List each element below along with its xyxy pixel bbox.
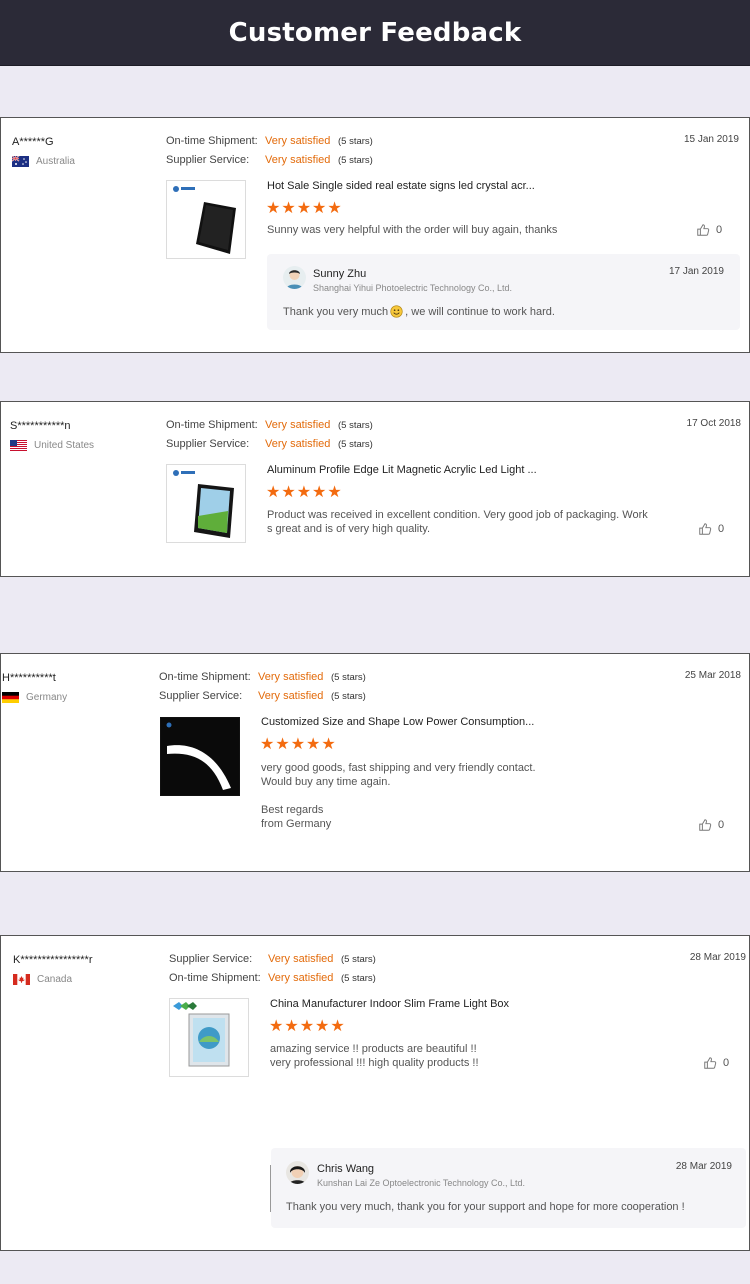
country-name: Germany (26, 692, 68, 703)
like-button[interactable]: 0 (698, 522, 724, 536)
country-name: Canada (37, 974, 73, 985)
product-title[interactable]: China Manufacturer Indoor Slim Frame Lig… (270, 998, 509, 1010)
like-count: 0 (723, 1057, 730, 1069)
star-icon: ★ (281, 484, 296, 501)
reply-date: 17 Jan 2019 (668, 266, 724, 277)
review-card: A******G Australia On-time Shipment: Ver… (0, 117, 750, 353)
rating-service: Supplier Service: Very satisfied (5 star… (159, 690, 366, 702)
star-icon: ★ (312, 200, 327, 217)
thumbs-up-icon (697, 224, 710, 236)
reviewer-country: United States (10, 440, 94, 451)
rating-stars: ★ ★ ★ ★ ★ (260, 737, 336, 753)
flag-united-states-icon (10, 440, 27, 451)
star-icon: ★ (321, 736, 336, 753)
star-icon: ★ (315, 1018, 330, 1035)
product-image[interactable] (169, 998, 249, 1077)
star-icon: ★ (266, 484, 281, 501)
page-title: Customer Feedback (228, 17, 522, 48)
like-count: 0 (716, 224, 723, 236)
reply-company: Shanghai Yihui Photoelectric Technology … (313, 283, 512, 293)
review-card: H**********t Germany On-time Shipment: V… (0, 653, 750, 872)
star-icon: ★ (284, 1018, 299, 1035)
star-icon: ★ (266, 200, 281, 217)
star-icon: ★ (327, 484, 342, 501)
reply-text: Thank you very much , we will continue t… (283, 305, 555, 318)
country-name: United States (34, 440, 95, 451)
reviewer-name: A******G (12, 136, 54, 148)
supplier-reply: Chris Wang Kunshan Lai Ze Optoelectronic… (271, 1148, 746, 1228)
rating-service: Supplier Service: Very satisfied (5 star… (166, 154, 373, 166)
review-card: K****************r Canada Supplier Servi… (0, 935, 750, 1251)
reply-company: Kunshan Lai Ze Optoelectronic Technology… (317, 1178, 525, 1188)
star-icon: ★ (327, 200, 342, 217)
star-icon: ★ (296, 200, 312, 217)
reply-author: Chris Wang (317, 1163, 375, 1175)
star-icon: ★ (281, 200, 296, 217)
star-icon: ★ (269, 1018, 284, 1035)
like-button[interactable]: 0 (698, 818, 724, 832)
reviewer-name: H**********t (2, 672, 56, 684)
thumbs-up-icon (699, 819, 712, 831)
like-button[interactable]: 0 (703, 1056, 729, 1070)
like-count: 0 (718, 523, 725, 535)
star-icon: ★ (260, 736, 275, 753)
star-icon: ★ (299, 1018, 315, 1035)
product-title[interactable]: Customized Size and Shape Low Power Cons… (261, 716, 534, 728)
thumbs-up-icon (699, 523, 712, 535)
flag-canada-icon (13, 974, 30, 985)
reply-date: 28 Mar 2019 (675, 1161, 732, 1172)
review-date: 17 Oct 2018 (686, 418, 741, 429)
review-date: 28 Mar 2019 (689, 952, 746, 963)
reply-author: Sunny Zhu (313, 268, 367, 280)
page-header: Customer Feedback (0, 0, 750, 66)
rating-shipment: On-time Shipment: Very satisfied (5 star… (166, 419, 373, 431)
product-title[interactable]: Hot Sale Single sided real estate signs … (267, 180, 535, 192)
avatar (286, 1161, 309, 1184)
reviewer-country: Canada (13, 974, 72, 985)
flag-germany-icon (2, 692, 19, 703)
supplier-reply: Sunny Zhu Shanghai Yihui Photoelectric T… (267, 254, 740, 330)
review-text: Product was received in excellent condit… (267, 509, 648, 535)
country-name: Australia (36, 156, 75, 167)
rating-service: Supplier Service: Very satisfied (5 star… (166, 438, 373, 450)
star-icon: ★ (312, 484, 327, 501)
smiley-emoji-icon (390, 305, 403, 318)
flag-australia-icon (12, 156, 29, 167)
rating-stars: ★ ★ ★ ★ ★ (266, 485, 342, 501)
rating-shipment: On-time Shipment: Very satisfied (5 star… (159, 671, 366, 683)
reviewer-name: K****************r (13, 954, 93, 966)
reviewer-name: S***********n (10, 420, 71, 432)
review-date: 25 Mar 2018 (684, 670, 741, 681)
product-title[interactable]: Aluminum Profile Edge Lit Magnetic Acryl… (267, 464, 537, 476)
star-icon: ★ (290, 736, 306, 753)
star-icon: ★ (275, 736, 290, 753)
rating-shipment: On-time Shipment: Very satisfied (5 star… (166, 135, 373, 147)
thumbs-up-icon (704, 1057, 717, 1069)
reviewer-country: Germany (2, 692, 67, 703)
product-image[interactable] (166, 180, 246, 259)
reviewer-country: Australia (12, 156, 75, 167)
review-text: amazing service !! products are beautifu… (270, 1043, 479, 1069)
rating-shipment: On-time Shipment: Very satisfied (5 star… (169, 972, 376, 984)
star-icon: ★ (330, 1018, 345, 1035)
like-count: 0 (718, 819, 725, 831)
review-text: Sunny was very helpful with the order wi… (267, 224, 558, 236)
reply-text: Thank you very much, thank you for your … (286, 1201, 685, 1213)
star-icon: ★ (296, 484, 312, 501)
product-image[interactable] (166, 464, 246, 543)
rating-stars: ★ ★ ★ ★ ★ (269, 1019, 345, 1035)
star-icon: ★ (306, 736, 321, 753)
review-card: S***********n United States On-time Ship… (0, 401, 750, 577)
review-text: very good goods, fast shipping and very … (261, 762, 536, 830)
rating-service: Supplier Service: Very satisfied (5 star… (169, 953, 376, 965)
rating-stars: ★ ★ ★ ★ ★ (266, 201, 342, 217)
like-button[interactable]: 0 (696, 223, 722, 237)
avatar (283, 266, 306, 289)
product-image[interactable] (160, 717, 240, 796)
review-date: 15 Jan 2019 (683, 134, 739, 145)
